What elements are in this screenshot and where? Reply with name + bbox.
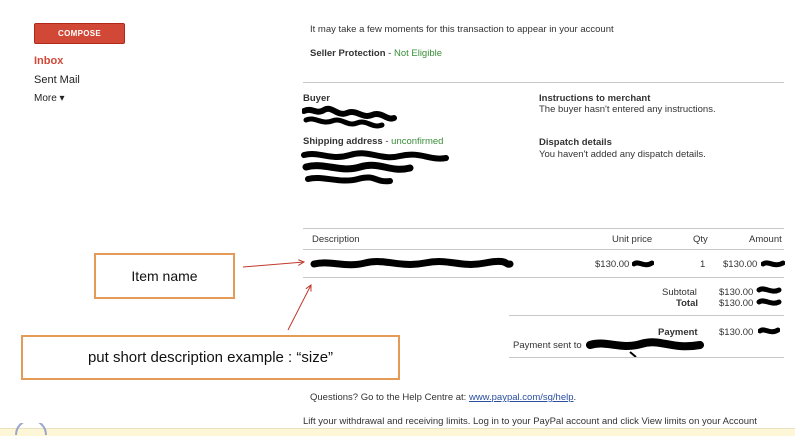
annotation-arrows (242, 0, 795, 331)
item-name-arrow (242, 262, 304, 268)
description-arrow (287, 285, 311, 331)
